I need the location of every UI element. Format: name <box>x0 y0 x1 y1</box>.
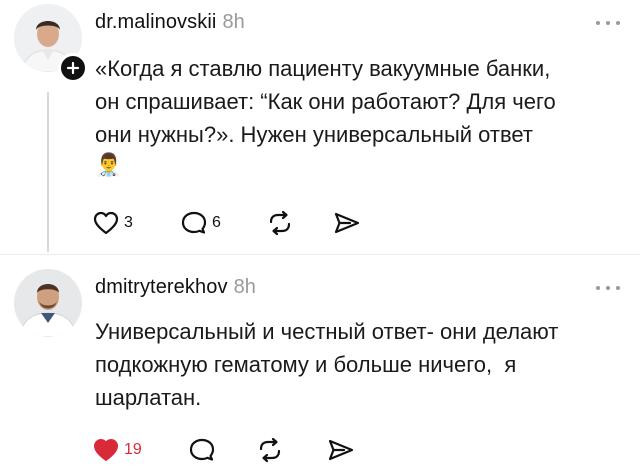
heart-icon <box>93 211 119 235</box>
reply-count: 6 <box>212 214 221 231</box>
username[interactable]: dmitryterekhov <box>95 276 228 298</box>
avatar[interactable] <box>14 269 82 337</box>
post: dmitryterekhov 8h Универсальный и честный… <box>0 255 640 476</box>
plus-icon <box>66 61 80 75</box>
more-button[interactable] <box>596 18 620 28</box>
reply-button[interactable]: 6 <box>180 208 221 238</box>
like-button[interactable]: 19 <box>92 435 142 465</box>
repost-button[interactable] <box>266 208 294 238</box>
emoji: 👨‍⚕️ <box>95 152 123 177</box>
follow-button[interactable] <box>58 53 88 83</box>
send-icon <box>334 212 360 234</box>
comment-icon <box>181 211 207 234</box>
post-text: «Когда я ставлю пациенту вакуумные банки… <box>95 56 556 147</box>
like-button[interactable]: 3 <box>92 208 133 238</box>
more-button[interactable] <box>596 283 620 293</box>
repost-button[interactable] <box>256 435 284 465</box>
comment-icon <box>189 438 215 461</box>
timestamp: 8h <box>222 11 245 33</box>
username[interactable]: dr.malinovskii <box>95 11 216 33</box>
heart-icon <box>94 439 118 461</box>
avatar-image <box>14 269 82 337</box>
post: dr.malinovskii 8h «Когда я ставлю пациент… <box>0 0 640 254</box>
reply-button[interactable] <box>188 435 216 465</box>
send-icon <box>328 439 354 461</box>
like-count: 3 <box>124 214 133 231</box>
share-button[interactable] <box>332 208 362 238</box>
timestamp: 8h <box>233 276 257 298</box>
more-icon <box>596 21 600 25</box>
thread-line <box>47 92 49 252</box>
post-text: Универсальный и честный ответ- они делаю… <box>95 319 559 410</box>
like-count: 19 <box>124 441 142 458</box>
repost-icon <box>259 437 281 463</box>
repost-icon <box>269 210 291 236</box>
post-header: dr.malinovskii 8h <box>95 11 245 34</box>
more-icon <box>596 286 600 290</box>
post-header: dmitryterekhov 8h <box>95 276 256 299</box>
share-button[interactable] <box>326 435 356 465</box>
